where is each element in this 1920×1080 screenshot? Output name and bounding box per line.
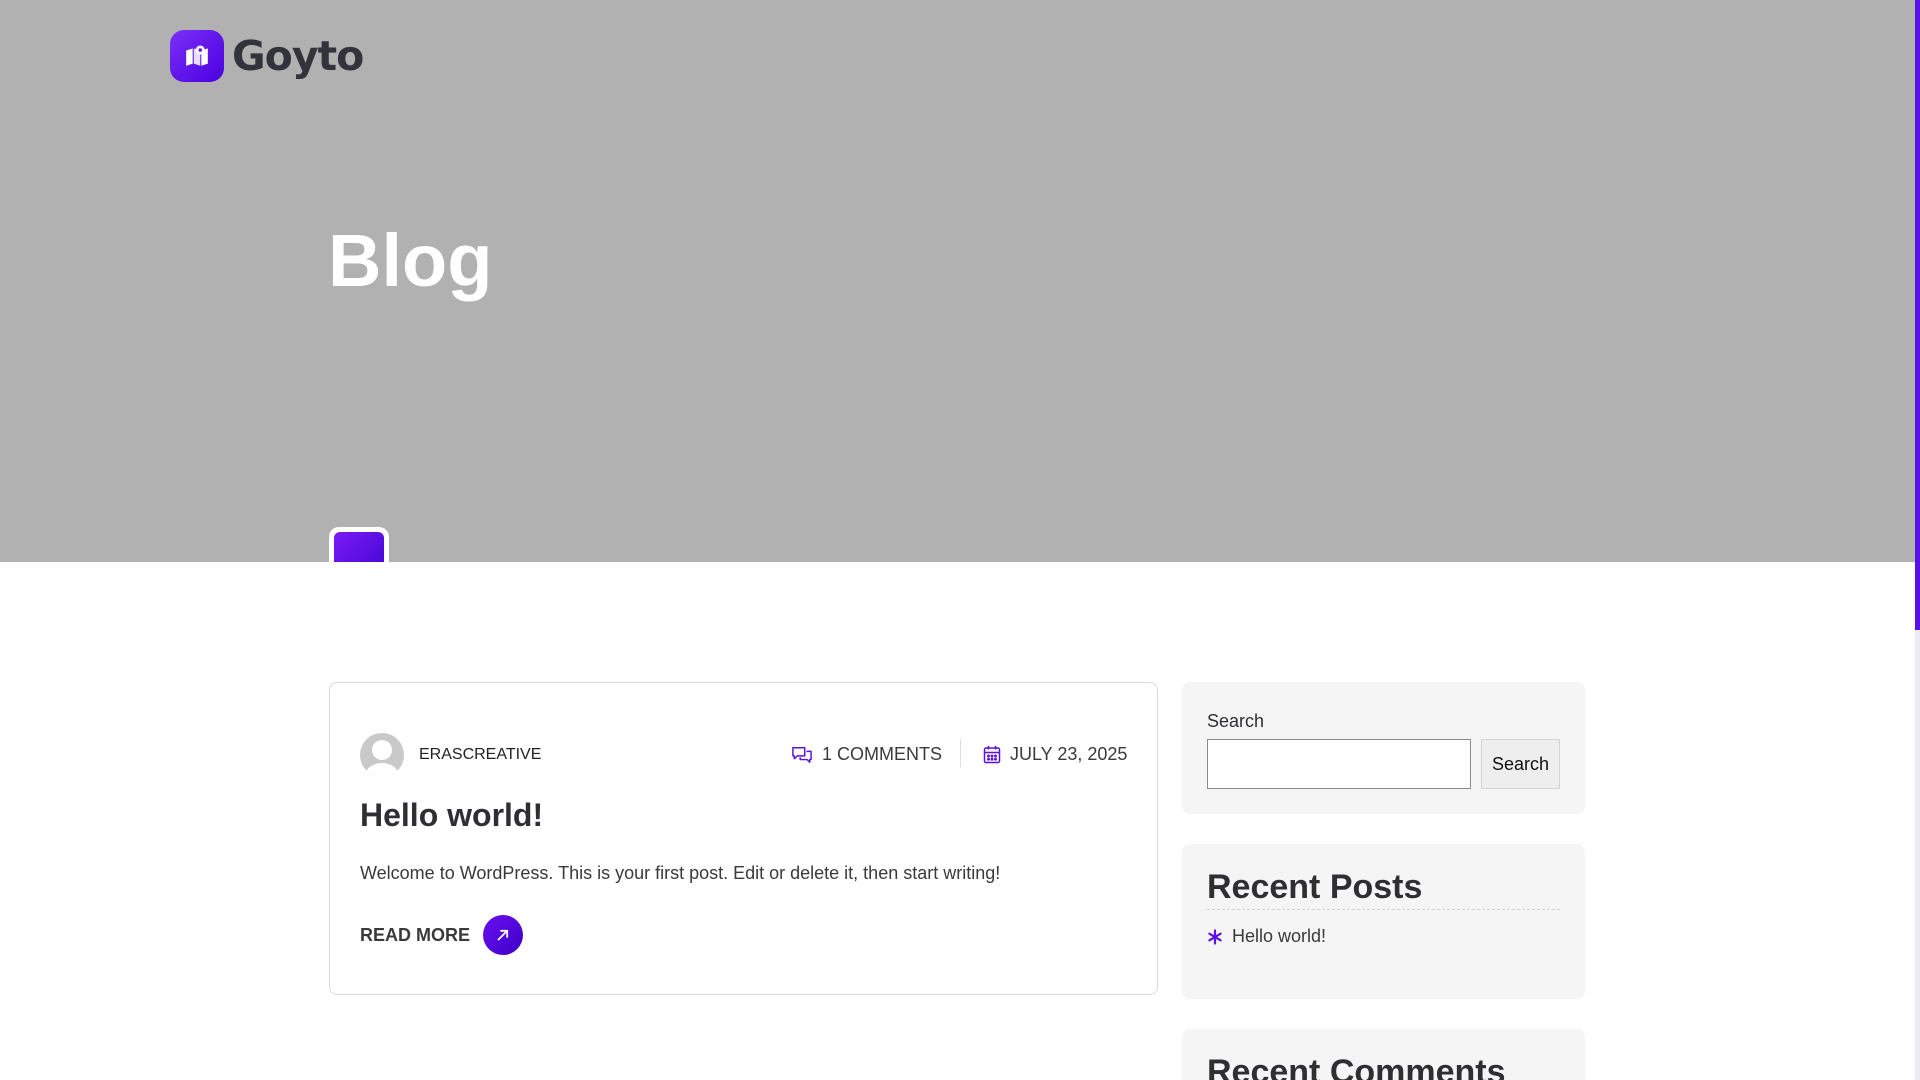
scrollbar-thumb[interactable] <box>1915 0 1920 630</box>
post-comments-link[interactable]: 1 COMMENTS <box>791 744 942 765</box>
post-author[interactable]: ERASCREATIVE <box>419 746 541 764</box>
page-scrollbar[interactable] <box>1915 0 1920 1080</box>
recent-post-link: Hello world! <box>1232 926 1327 946</box>
search-button[interactable]: Search <box>1481 739 1560 789</box>
search-input[interactable] <box>1207 739 1471 789</box>
search-widget: Search Search <box>1182 682 1585 814</box>
post-excerpt: Welcome to WordPress. This is your first… <box>360 863 1001 883</box>
decoration-square <box>334 532 384 562</box>
recent-posts-widget: Recent Posts Hello world! <box>1182 844 1585 999</box>
header-decoration <box>329 527 389 562</box>
post-comments-count: 1 COMMENTS <box>822 744 943 764</box>
post-card: ERASCREATIVE 1 COMMENTS JULY 23, 2025 He… <box>329 682 1158 995</box>
post-date-link[interactable]: JULY 23, 2025 <box>983 744 1127 765</box>
widget-divider <box>1207 909 1560 910</box>
site-logo-text: Goyto <box>232 32 364 80</box>
recent-comments-widget: Recent Comments <box>1182 1029 1585 1080</box>
avatar-body <box>365 763 399 777</box>
meta-divider <box>960 739 961 767</box>
comments-icon <box>792 746 812 763</box>
page-header: Goyto Blog <box>0 0 1915 562</box>
read-more-button[interactable]: READ MORE <box>360 915 524 955</box>
read-more-label: READ MORE <box>360 924 471 945</box>
recent-post-item[interactable]: Hello world! <box>1207 926 1326 947</box>
search-label: Search <box>1207 711 1265 731</box>
map-pin-icon <box>170 30 224 82</box>
calendar-icon <box>983 746 1001 764</box>
post-title[interactable]: Hello world! <box>360 797 543 834</box>
post-date: JULY 23, 2025 <box>1010 744 1128 764</box>
site-logo[interactable]: Goyto <box>170 30 364 82</box>
arrow-up-right-icon <box>483 915 524 955</box>
recent-comments-title: Recent Comments <box>1207 1053 1506 1080</box>
author-avatar <box>360 733 404 777</box>
asterisk-icon <box>1208 928 1222 945</box>
avatar-head <box>372 740 392 760</box>
page-title: Blog <box>328 219 493 302</box>
recent-posts-title: Recent Posts <box>1207 868 1423 906</box>
